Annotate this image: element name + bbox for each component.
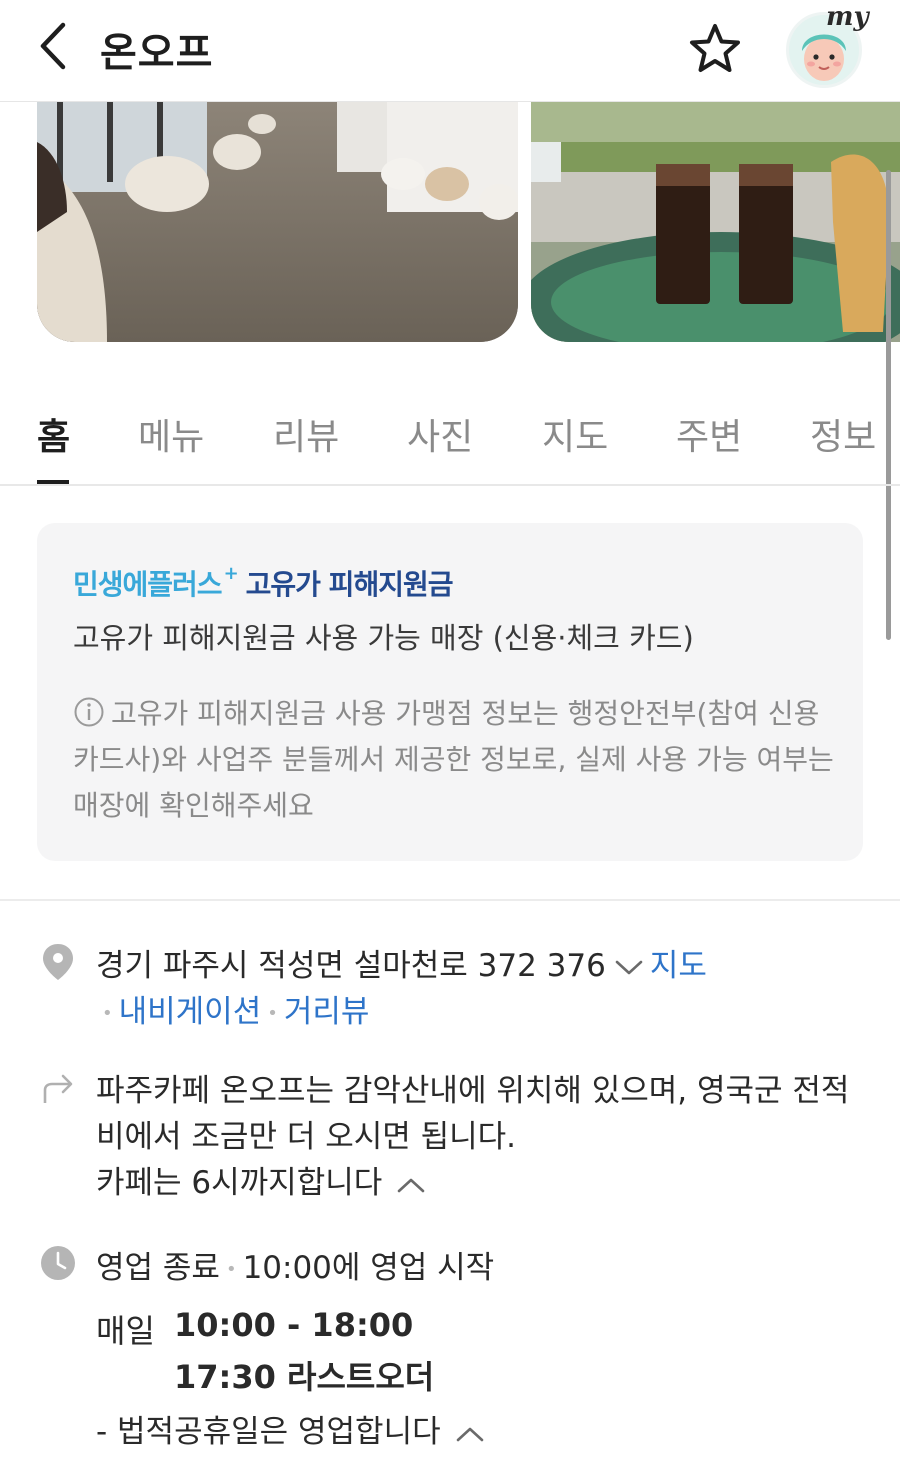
directions-note: 카페는 6시까지합니다 bbox=[96, 1165, 383, 1201]
map-link[interactable]: 지도 bbox=[650, 948, 707, 984]
tab-review[interactable]: 리뷰 bbox=[273, 408, 339, 460]
last-order-time: 17:30 라스트오더 bbox=[174, 1358, 435, 1396]
promo-fund: 고유가 피해지원금 bbox=[245, 568, 454, 601]
tab-photos[interactable]: 사진 bbox=[407, 408, 473, 460]
location-pin-icon bbox=[43, 944, 73, 980]
my-badge: my bbox=[826, 2, 869, 32]
notice-info-text: 고유가 피해지원금 사용 가맹점 정보는 행정안전부(참여 신용카드사)와 사업… bbox=[73, 697, 834, 822]
address-links: • 내비게이션 • 거리뷰 bbox=[96, 986, 369, 1031]
hours-day: 매일 bbox=[96, 1312, 155, 1350]
chevron-up-icon[interactable] bbox=[455, 1424, 485, 1444]
chevron-down-icon[interactable] bbox=[614, 958, 644, 978]
notice-info: 고유가 피해지원금 사용 가맹점 정보는 행정안전부(참여 신용카드사)와 사업… bbox=[73, 691, 837, 829]
section-divider bbox=[0, 899, 900, 901]
photo-cafe-interior[interactable] bbox=[37, 102, 518, 342]
clock-icon bbox=[41, 1246, 75, 1280]
hours-time-range: 10:00 - 18:00 bbox=[174, 1306, 414, 1344]
tab-bar: 홈 메뉴 리뷰 사진 지도 주변 정보 bbox=[0, 380, 900, 486]
fund-notice-card: 민생에플러스 + 고유가 피해지원금 고유가 피해지원금 사용 가능 매장 (신용·… bbox=[37, 523, 863, 861]
favorite-button[interactable] bbox=[684, 18, 746, 80]
street-view-link[interactable]: 거리뷰 bbox=[284, 994, 370, 1030]
tab-map[interactable]: 지도 bbox=[542, 408, 608, 460]
separator-dot: • bbox=[102, 1003, 113, 1024]
directions-line-last: 카페는 6시까지합니다 bbox=[96, 1160, 876, 1206]
plus-mark: + bbox=[223, 563, 239, 584]
tab-menu[interactable]: 메뉴 bbox=[138, 408, 204, 460]
star-icon bbox=[690, 24, 740, 72]
tab-info[interactable]: 정보 bbox=[810, 408, 876, 460]
separator-dot: • bbox=[225, 1259, 237, 1280]
chevron-left-icon bbox=[40, 22, 66, 70]
info-icon bbox=[74, 697, 104, 727]
directions-text: 파주카페 온오프는 감악산내에 위치해 있으며, 영국군 전적 비에서 조금만 … bbox=[96, 1068, 876, 1206]
business-status: 영업 종료 bbox=[96, 1250, 220, 1286]
promo-brand: 민생에플러스 bbox=[73, 568, 223, 601]
hours-status-row[interactable]: 영업 종료 • 10:00에 영업 시작 bbox=[96, 1242, 494, 1287]
hours-row-icon bbox=[38, 1244, 78, 1288]
navigation-link[interactable]: 내비게이션 bbox=[119, 994, 262, 1030]
directions-line: 파주카페 온오프는 감악산내에 위치해 있으며, 영국군 전적 bbox=[96, 1073, 850, 1109]
separator-dot: • bbox=[267, 1003, 278, 1024]
promo-banner: 민생에플러스 + 고유가 피해지원금 bbox=[73, 563, 453, 603]
address-row: 경기 파주시 적성면 설마천로 372 376 지도 bbox=[96, 940, 707, 985]
cafe-interior-image bbox=[37, 102, 518, 342]
top-bar: 온오프 my bbox=[0, 0, 900, 102]
holiday-note: - 법적공휴일은 영업합니다 bbox=[96, 1414, 441, 1450]
active-tab-indicator bbox=[37, 480, 69, 484]
address-text: 경기 파주시 적성면 설마천로 372 376 bbox=[96, 948, 606, 984]
my-profile-button[interactable]: my bbox=[784, 2, 869, 90]
next-open-time: 10:00에 영업 시작 bbox=[242, 1250, 495, 1286]
directions-line: 비에서 조금만 더 오시면 됩니다. bbox=[96, 1119, 517, 1155]
notice-main-text: 고유가 피해지원금 사용 가능 매장 (신용·체크 카드) bbox=[73, 621, 694, 655]
iced-coffee-image bbox=[531, 102, 900, 342]
tab-nearby[interactable]: 주변 bbox=[676, 408, 742, 460]
chevron-up-icon[interactable] bbox=[396, 1175, 426, 1195]
page-title: 온오프 bbox=[100, 30, 214, 76]
photo-iced-coffee[interactable] bbox=[531, 102, 900, 342]
directions-arrow-icon bbox=[43, 1074, 73, 1103]
address-row-icon bbox=[38, 942, 78, 986]
holiday-note-row: - 법적공휴일은 영업합니다 bbox=[96, 1406, 485, 1451]
directions-row-icon bbox=[38, 1070, 78, 1114]
back-button[interactable] bbox=[28, 18, 76, 74]
tab-home[interactable]: 홈 bbox=[37, 408, 70, 460]
